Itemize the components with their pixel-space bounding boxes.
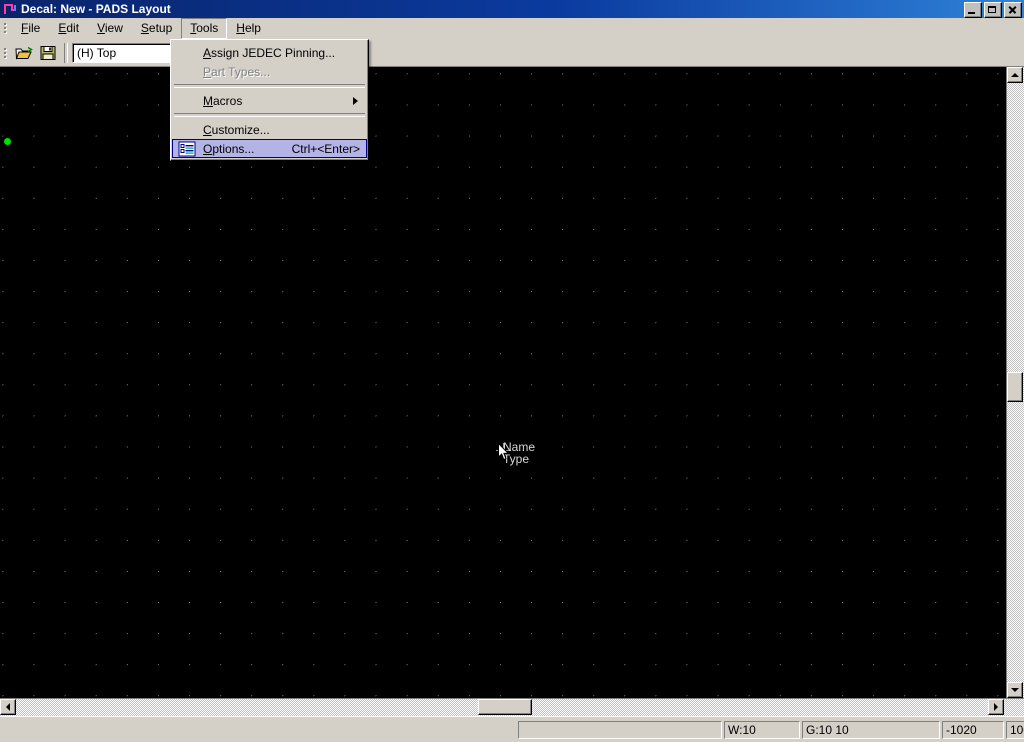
scroll-left-arrow[interactable]	[0, 699, 16, 715]
layer-combo[interactable]: (H) Top	[72, 42, 185, 63]
vertical-scrollbar[interactable]	[1006, 67, 1024, 698]
save-disk-icon[interactable]	[36, 41, 60, 64]
options-list-icon	[178, 141, 196, 157]
menu-separator-2	[174, 113, 365, 117]
menu-separator-1	[174, 84, 365, 88]
origin-green-dot	[4, 138, 11, 145]
message-pane	[518, 720, 722, 739]
menu-item-label: Part Types...	[203, 64, 271, 79]
scroll-right-arrow[interactable]	[988, 699, 1004, 715]
menu-item-label: Options...	[203, 141, 255, 156]
menu-view[interactable]: View	[88, 18, 132, 39]
menu-item-customize[interactable]: Customize...	[172, 120, 367, 139]
pads-layout-window: Decal: New - PADS Layout File Edit View …	[0, 0, 1024, 742]
menu-item-label: Assign JEDEC Pinning...	[203, 45, 336, 60]
scroll-up-arrow[interactable]	[1007, 67, 1023, 83]
close-button[interactable]	[1004, 2, 1022, 18]
menubar-grip[interactable]	[2, 21, 9, 37]
menu-help[interactable]: Help	[227, 18, 270, 39]
decal-text-labels: Name Type	[503, 441, 535, 465]
menu-tools[interactable]: Tools	[181, 18, 228, 39]
menu-item-options[interactable]: Options... Ctrl+<Enter>	[172, 139, 367, 158]
menu-bar: File Edit View Setup Tools Help	[0, 18, 1024, 39]
toolbar-grip[interactable]	[2, 45, 9, 61]
menu-item-label: Customize...	[203, 122, 270, 137]
menu-item-label: Macros	[203, 93, 243, 108]
design-canvas-area[interactable]: Name Type	[0, 67, 1024, 698]
toolbar-separator-1	[64, 42, 68, 63]
width-pane: W:10	[724, 720, 800, 739]
chevron-right-icon	[353, 96, 358, 105]
grid-pane: G:10 10	[802, 720, 940, 739]
menu-item-accelerator: Ctrl+<Enter>	[291, 141, 360, 156]
menu-item-assign-jedec-pinning[interactable]: Assign JEDEC Pinning...	[172, 43, 367, 62]
vertical-scroll-thumb[interactable]	[1007, 372, 1023, 402]
window-title: Decal: New - PADS Layout	[21, 2, 171, 16]
decal-type-label: Type	[503, 452, 530, 466]
menu-item-macros[interactable]: Macros	[172, 91, 367, 110]
decal-icon	[2, 2, 18, 16]
restore-button[interactable]	[984, 2, 1002, 18]
title-bar: Decal: New - PADS Layout	[0, 0, 1024, 18]
horizontal-scrollbar[interactable]	[0, 698, 1024, 716]
main-toolbar: (H) Top	[0, 39, 1024, 67]
menu-setup[interactable]: Setup	[132, 18, 181, 39]
horizontal-scroll-thumb[interactable]	[478, 699, 532, 715]
minimize-button[interactable]	[964, 2, 982, 18]
menu-edit[interactable]: Edit	[49, 18, 88, 39]
open-folder-icon[interactable]	[12, 41, 36, 64]
menu-item-part-types: Part Types...	[172, 62, 367, 81]
decal-grid-canvas[interactable]	[0, 67, 1006, 698]
x-coord-pane: -1020	[942, 720, 1004, 739]
window-controls	[964, 2, 1022, 18]
y-coord-pane: 1000	[1006, 720, 1024, 739]
menu-file[interactable]: File	[12, 18, 49, 39]
scroll-down-arrow[interactable]	[1007, 682, 1023, 698]
status-bar: W:10 G:10 10 -1020 1000	[0, 716, 1024, 742]
tools-dropdown-menu[interactable]: Assign JEDEC Pinning... Part Types... Ma…	[170, 39, 369, 161]
